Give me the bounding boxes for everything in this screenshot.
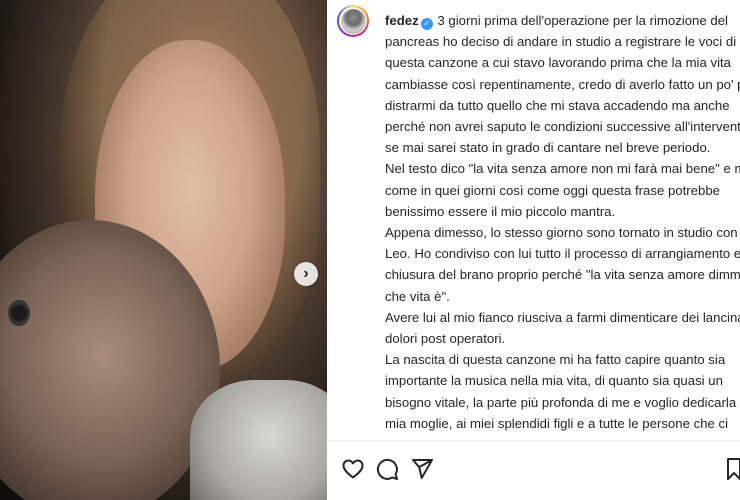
caption-line: benissimo essere il mio piccolo mantra. (385, 203, 616, 219)
comment-icon[interactable] (375, 457, 399, 481)
caption-line: cambiasse così repentinamente, credo di … (385, 76, 740, 92)
caption-line: se mai sarei stato in grado di cantare n… (385, 140, 711, 156)
caption-line: Avere lui al mio fianco riusciva a farmi… (385, 309, 740, 325)
heart-icon[interactable] (341, 457, 365, 481)
caption-line: perché non avrei saputo le condizioni su… (385, 119, 740, 135)
verified-badge-icon: ✓ (420, 18, 433, 30)
caption-line: mia moglie, ai miei splendidi figli e a … (385, 415, 729, 431)
action-bar (327, 441, 740, 500)
caption-line: dolori post operatori. (385, 331, 506, 347)
caption-scroll-area[interactable]: fedez ✓ 3 giorni prima dell'operazione pe… (327, 0, 740, 440)
caption-line: come in quei giorni così come oggi quest… (385, 182, 721, 198)
bookmark-icon[interactable] (726, 457, 740, 481)
caption-line: Leo. Ho condiviso con lui tutto il proce… (385, 246, 740, 262)
username-link[interactable]: fedez (385, 13, 419, 28)
caption-line: importante la musica nella mia vita, di … (385, 373, 723, 389)
next-media-button[interactable]: › (294, 262, 318, 286)
photo-earring (8, 300, 30, 326)
post-media[interactable]: › (0, 0, 327, 500)
photo-shirt (190, 380, 327, 500)
caption-line: Nel testo dico "la vita senza amore non … (385, 161, 740, 177)
avatar[interactable] (337, 5, 369, 37)
avatar-image (340, 8, 366, 34)
caption-line: La nascita di questa canzone mi ha fatto… (385, 352, 726, 368)
caption-line: bisogno vitale, la parte più profonda di… (385, 394, 740, 410)
post-panel: fedez ✓ 3 giorni prima dell'operazione pe… (327, 0, 740, 500)
caption-line: questa canzone a cui stavo lavorando pri… (385, 55, 731, 71)
send-icon[interactable] (410, 457, 434, 481)
caption-line: che vita è". (385, 288, 450, 304)
caption-line: chiusura del brano proprio perché "la vi… (385, 267, 740, 283)
caption-body: pancreas ho deciso di andare in studio a… (385, 31, 740, 434)
caption-line: distrarmi da tutto quello che mi stava a… (385, 97, 730, 113)
caption-line: pancreas ho deciso di andare in studio a… (385, 34, 737, 50)
caption-line: Appena dimesso, lo stesso giorno sono to… (385, 225, 738, 241)
caption-line: 3 giorni prima dell'operazione per la ri… (437, 13, 728, 28)
caption: fedez ✓ 3 giorni prima dell'operazione pe… (385, 10, 740, 434)
chevron-right-icon: › (303, 265, 309, 282)
